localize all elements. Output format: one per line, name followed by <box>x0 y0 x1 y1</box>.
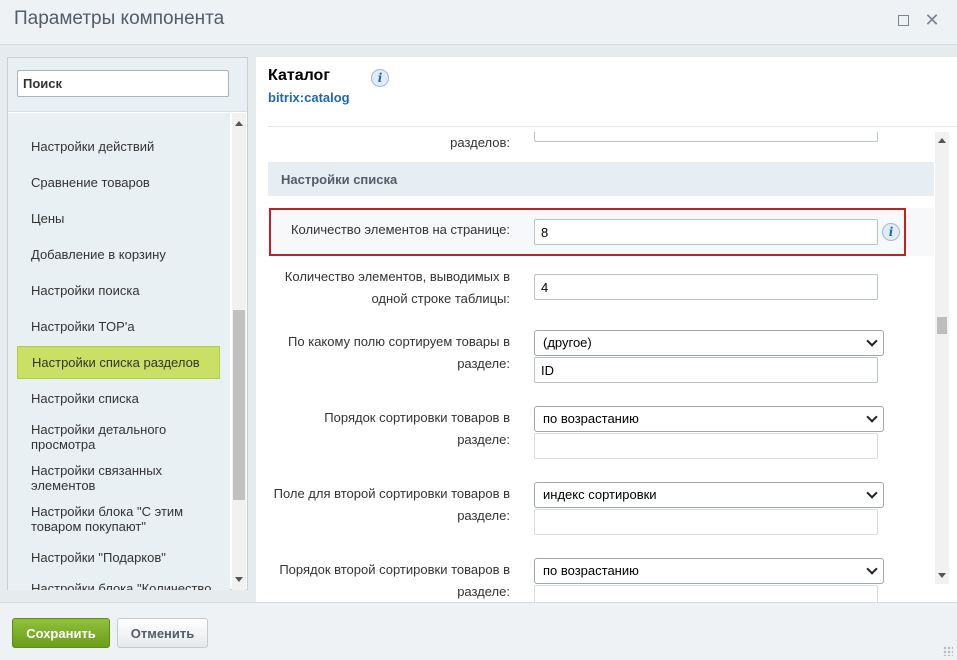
sidebar: Настройки действий Сравнение товаров Цен… <box>7 57 248 590</box>
chevron-down-icon <box>866 411 878 423</box>
save-button[interactable]: Сохранить <box>12 618 110 648</box>
chevron-down-icon <box>866 487 878 499</box>
field-label: Порядок второй сортировки товаров в разд… <box>279 562 510 599</box>
select-value: (другое) <box>543 335 592 350</box>
highlight-frame <box>269 208 906 256</box>
search-input[interactable] <box>17 70 229 97</box>
sidebar-item[interactable]: Настройки TOP'а <box>31 319 221 334</box>
second-sort-field-custom-input[interactable] <box>534 509 878 535</box>
sidebar-item[interactable]: Настройки списка <box>31 391 221 406</box>
sidebar-item[interactable]: Настройки действий <box>31 139 221 154</box>
select-value: по возрастанию <box>543 411 639 426</box>
field-label: По какому полю сортируем товары в раздел… <box>288 334 510 371</box>
section-header: Настройки списка <box>268 162 934 196</box>
chevron-down-icon <box>866 563 878 575</box>
select-value: по возрастанию <box>543 563 639 578</box>
sort-field-select[interactable]: (другое) <box>534 330 884 356</box>
scroll-down-icon[interactable] <box>938 573 946 578</box>
resize-grip[interactable] <box>943 646 953 656</box>
sidebar-item[interactable]: Настройки поиска <box>31 283 221 298</box>
select-value: индекс сортировки <box>543 487 657 502</box>
sort-order-custom-input[interactable] <box>534 433 878 459</box>
maximize-icon[interactable] <box>898 15 909 26</box>
scroll-up-icon[interactable] <box>938 138 946 143</box>
sidebar-search-area <box>8 58 247 112</box>
cutoff-input[interactable] <box>534 132 878 142</box>
sidebar-item[interactable]: Настройки "Подарков" <box>31 550 221 565</box>
component-code: bitrix:catalog <box>268 90 350 105</box>
sidebar-item[interactable]: Добавление в корзину <box>31 247 221 262</box>
cancel-button[interactable]: Отменить <box>117 618 208 648</box>
second-sort-order-select[interactable]: по возрастанию <box>534 558 884 584</box>
sidebar-scrollbar[interactable] <box>232 113 246 590</box>
scroll-up-icon[interactable] <box>235 121 243 126</box>
sidebar-item[interactable]: Настройки блока "С этим товаром покупают… <box>31 504 201 534</box>
field-label: Поле для второй сортировки товаров в раз… <box>273 486 510 523</box>
settings-panel: Каталог i bitrix:catalog разделов: Настр… <box>256 57 957 602</box>
dialog-title: Параметры компонента <box>14 8 225 29</box>
chevron-down-icon <box>866 335 878 347</box>
sidebar-item[interactable]: Настройки детального просмотра <box>31 422 181 452</box>
dialog-footer: Сохранить Отменить <box>0 602 957 660</box>
second-sort-order-custom-input[interactable] <box>534 585 878 602</box>
component-name: Каталог <box>268 67 330 84</box>
scrollbar-thumb[interactable] <box>937 317 947 334</box>
scroll-down-icon[interactable] <box>235 577 243 582</box>
scrollbar-thumb[interactable] <box>233 310 245 500</box>
sort-order-select[interactable]: по возрастанию <box>534 406 884 432</box>
settings-form: разделов: Настройки списка Количество эл… <box>268 132 934 602</box>
dialog-body: Настройки действий Сравнение товаров Цен… <box>0 45 957 602</box>
sidebar-item[interactable]: Цены <box>31 211 221 226</box>
form-scrollbar[interactable] <box>935 132 949 584</box>
field-label: разделов: <box>450 135 510 150</box>
field-label: Порядок сортировки товаров в разделе: <box>324 410 510 447</box>
sidebar-item[interactable]: Сравнение товаров <box>31 175 221 190</box>
section-title: Настройки списка <box>281 172 398 187</box>
sidebar-item[interactable]: Настройки блока "Количество <box>31 581 221 590</box>
field-label: Количество элементов, выводимых в одной … <box>284 269 510 306</box>
sidebar-item[interactable]: Настройки связанных элементов <box>31 463 181 493</box>
second-sort-field-select[interactable]: индекс сортировки <box>534 482 884 508</box>
elements-per-row-input[interactable] <box>534 274 878 300</box>
divider <box>268 126 957 127</box>
close-icon[interactable]: ✕ <box>924 10 940 30</box>
sidebar-list: Настройки действий Сравнение товаров Цен… <box>8 113 230 590</box>
sidebar-item-active[interactable]: Настройки списка разделов <box>17 346 220 379</box>
sort-field-custom-input[interactable] <box>534 357 878 383</box>
info-icon[interactable]: i <box>371 69 389 87</box>
dialog-titlebar: Параметры компонента ✕ <box>0 0 957 45</box>
